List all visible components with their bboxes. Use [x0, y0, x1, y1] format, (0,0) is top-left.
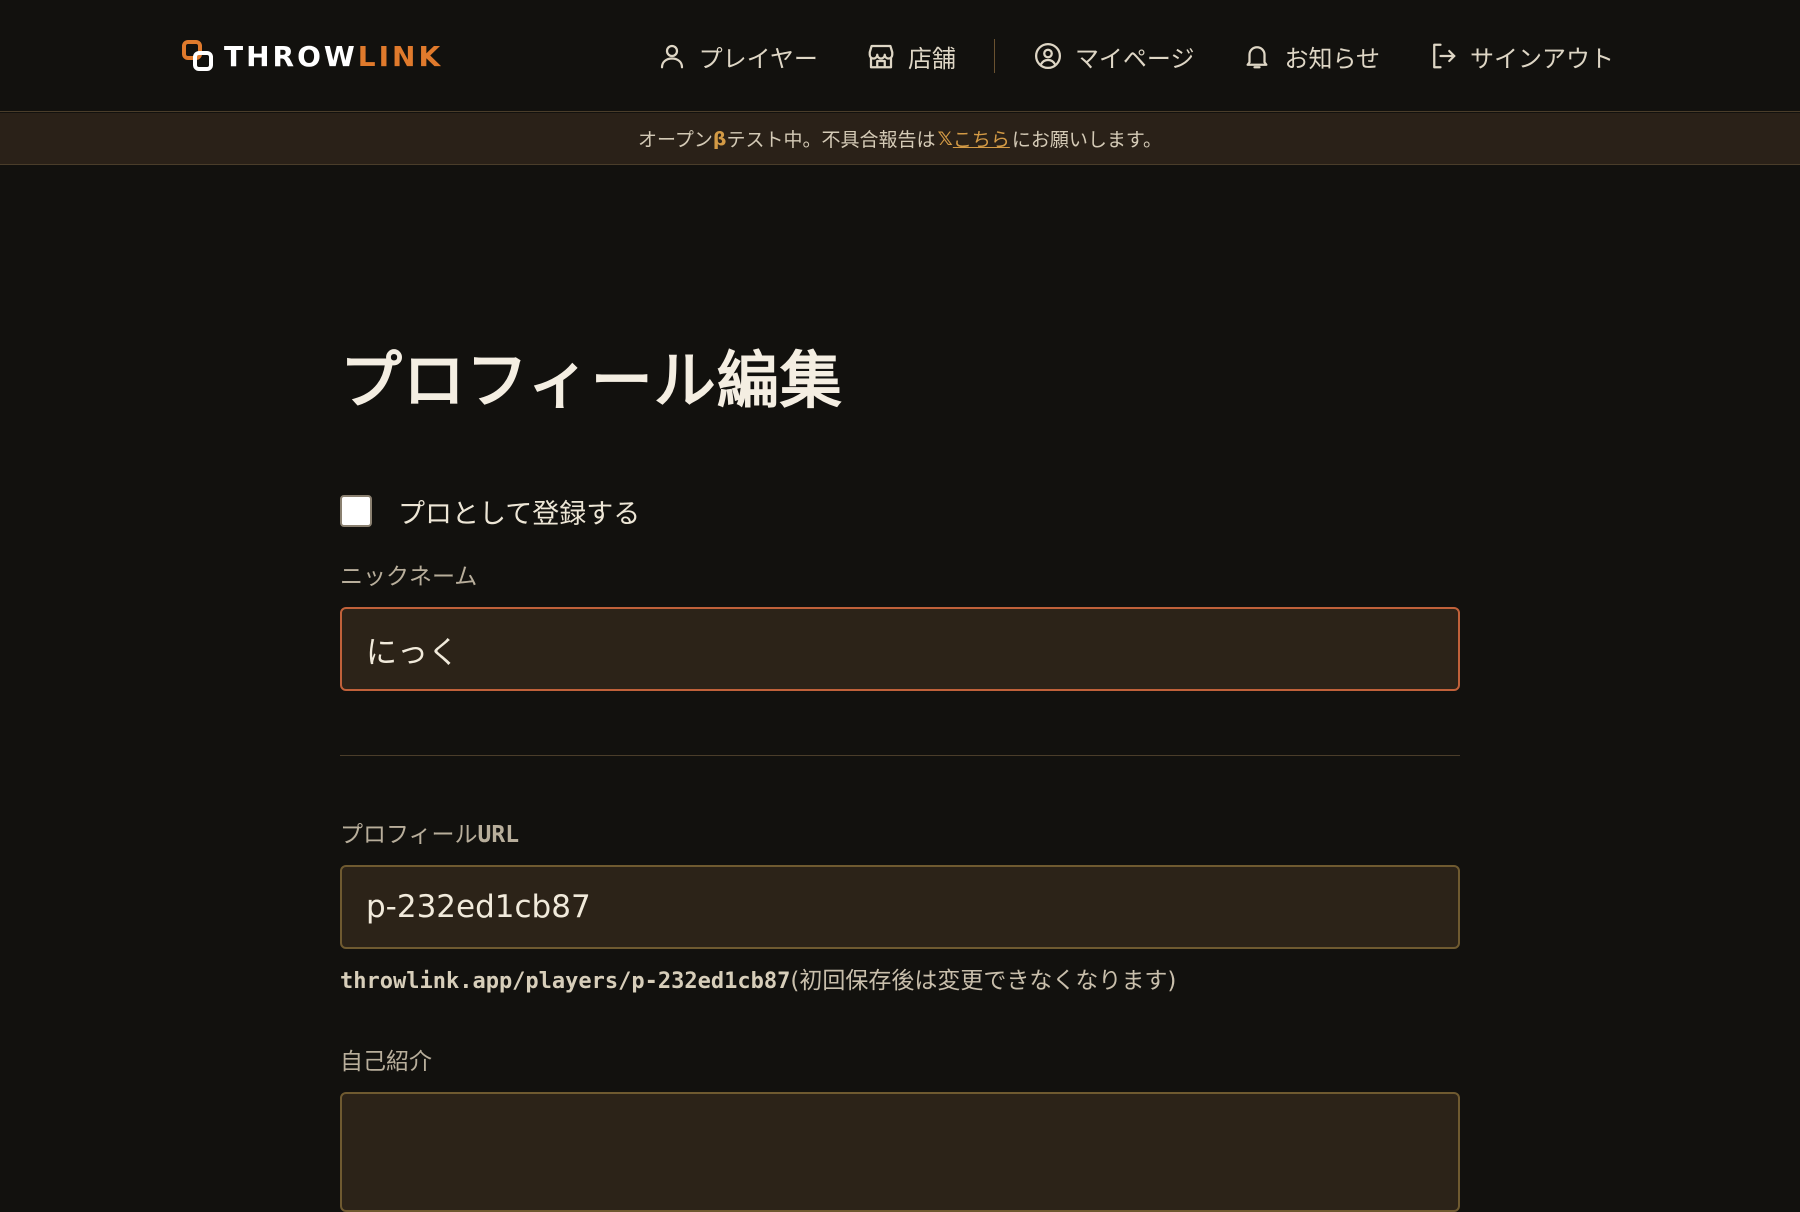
- profile-edit-form: プロフィール編集 プロとして登録する ニックネーム にっく プロフィールURL …: [340, 350, 1460, 1212]
- nickname-value: にっく: [366, 634, 459, 671]
- user-circle-icon: [1034, 43, 1061, 69]
- profile-url-label: プロフィールURL: [340, 822, 520, 848]
- pro-checkbox[interactable]: [340, 495, 372, 527]
- banner-text-middle: テスト中。不具合報告は: [726, 129, 936, 151]
- section-divider: [340, 755, 1460, 756]
- nav-divider: [993, 39, 995, 73]
- profile-url-input[interactable]: p-232ed1cb87: [340, 865, 1460, 949]
- bell-icon: [1246, 46, 1268, 69]
- site-header: THROWLINK プレイヤー 店舗 マイページ お知らせ サインアウト: [0, 0, 1800, 112]
- profile-url-note: (初回保存後は変更できなくなります): [790, 968, 1177, 994]
- nav-item-sign-out[interactable]: サインアウト: [1428, 39, 1614, 74]
- nav-item-label: サインアウト: [1470, 44, 1614, 73]
- top-nav: プレイヤー 店舗 マイページ お知らせ サインアウト: [657, 34, 1614, 78]
- nickname-input[interactable]: にっく: [340, 607, 1460, 691]
- nav-item-label: プレイヤー: [698, 44, 818, 73]
- nav-item-stores[interactable]: 店舗: [866, 39, 956, 74]
- pro-checkbox-label[interactable]: プロとして登録する: [398, 492, 640, 531]
- store-icon: [868, 44, 894, 69]
- logo-text: THROWLINK: [224, 39, 444, 73]
- nav-item-label: お知らせ: [1284, 44, 1380, 73]
- banner-text-after: にお願いします。: [1011, 129, 1162, 151]
- bio-label: 自己紹介: [340, 1049, 432, 1075]
- nav-item-players[interactable]: プレイヤー: [657, 39, 818, 74]
- page-title: プロフィール編集: [340, 344, 843, 417]
- profile-url-value: p-232ed1cb87: [366, 889, 591, 925]
- nav-item-label: マイページ: [1074, 44, 1195, 73]
- banner-text-before: オープン: [638, 129, 713, 151]
- x-logo-icon: 𝕏: [937, 127, 953, 150]
- banner-report-link[interactable]: こちら: [953, 125, 1010, 152]
- nav-item-mypage[interactable]: マイページ: [1033, 39, 1195, 74]
- logo[interactable]: THROWLINK: [182, 38, 443, 74]
- sign-out-icon: [1433, 43, 1456, 69]
- pro-checkbox-row: プロとして登録する: [340, 492, 1460, 531]
- profile-url-hint: throwlink.app/players/p-232ed1cb87(初回保存後…: [340, 961, 1460, 995]
- nickname-label: ニックネーム: [340, 564, 478, 590]
- nav-item-label: 店舗: [907, 44, 956, 73]
- beta-banner: オープン β テスト中。不具合報告は 𝕏 こちら にお願いします。: [0, 113, 1800, 165]
- user-icon: [660, 44, 683, 69]
- bio-textarea[interactable]: [340, 1092, 1460, 1212]
- profile-url-preview: throwlink.app/players/p-232ed1cb87: [340, 969, 791, 994]
- nav-item-notifications[interactable]: お知らせ: [1242, 39, 1380, 74]
- link-logo-icon: [182, 40, 213, 71]
- banner-beta: β: [712, 127, 727, 150]
